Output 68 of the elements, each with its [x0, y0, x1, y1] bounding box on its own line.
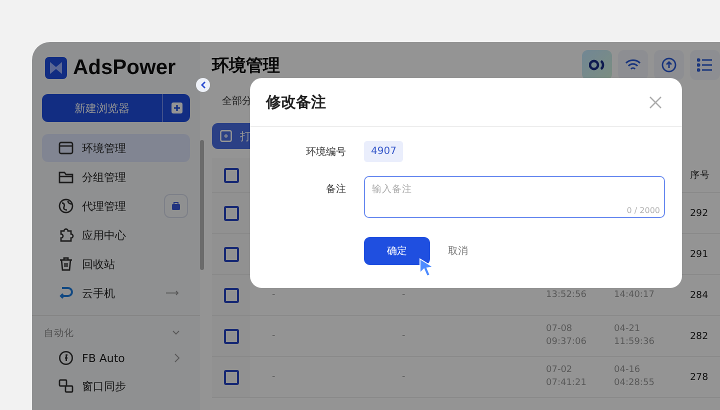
- logo-text: AdsPower: [73, 56, 176, 80]
- puzzle-icon: [58, 227, 74, 243]
- sidebar-item[interactable]: 应用中心: [42, 221, 190, 249]
- table-cell: 291: [690, 248, 708, 260]
- sidebar-item[interactable]: 回收站: [42, 250, 190, 278]
- table-cell: 07-08 09:37:06: [546, 324, 586, 347]
- checkbox[interactable]: [224, 168, 238, 182]
- globe-icon: [58, 198, 74, 214]
- table-cell: 282: [690, 330, 708, 342]
- chevron-down-icon: [172, 330, 180, 336]
- sidebar-item[interactable]: 云手机: [42, 279, 190, 307]
- dialog-title: 修改备注: [266, 92, 326, 112]
- checkbox[interactable]: [224, 288, 238, 302]
- wifi-icon[interactable]: [618, 50, 648, 80]
- checkbox[interactable]: [224, 206, 238, 220]
- table-cell: 04-21 11:59:36: [614, 324, 654, 347]
- column-header: 序号: [690, 170, 710, 180]
- close-icon[interactable]: [649, 96, 662, 108]
- page-title: 环境管理: [212, 54, 280, 76]
- character-counter: 0 / 2000: [626, 206, 660, 215]
- cancel-button[interactable]: 取消: [448, 244, 468, 258]
- arrow-icon: [166, 290, 180, 296]
- scrollbar[interactable]: [200, 140, 204, 270]
- chevron-right-icon: [174, 353, 180, 363]
- plus-icon: [220, 130, 232, 142]
- table-cell: 292: [690, 208, 708, 218]
- add-button[interactable]: [162, 94, 190, 122]
- list-icon[interactable]: [690, 50, 720, 80]
- table-cell: 14:40:17: [614, 290, 654, 300]
- trash-icon: [58, 256, 74, 272]
- table-cell: 04-16 04:28:55: [614, 365, 654, 388]
- note-input[interactable]: 输入备注: [365, 177, 664, 201]
- plus-icon: [170, 102, 182, 114]
- cursor-icon: [419, 258, 435, 278]
- table-cell: -: [272, 290, 276, 300]
- id-badge: 4907: [364, 141, 404, 162]
- bag-icon[interactable]: [164, 194, 188, 218]
- checkbox[interactable]: [224, 328, 238, 344]
- table-cell: 284: [690, 290, 708, 300]
- chevron-left-icon: [200, 81, 206, 89]
- checkbox[interactable]: [224, 370, 238, 384]
- collapse-button[interactable]: [196, 78, 210, 92]
- cycle-icon: [58, 350, 74, 366]
- sidebar-item[interactable]: 分组管理: [42, 163, 190, 191]
- windows-icon: [58, 378, 74, 394]
- sidebar-item[interactable]: FB Auto: [42, 344, 190, 372]
- sidebar-item[interactable]: 环境管理: [42, 134, 190, 162]
- table-cell: 13:52:56: [546, 290, 586, 300]
- sidebar-item[interactable]: 窗口同步: [42, 372, 190, 400]
- upload-icon[interactable]: [654, 50, 684, 80]
- sidebar-item[interactable]: 代理管理: [42, 192, 190, 220]
- table-cell: -: [402, 372, 406, 382]
- table-cell: 07-02 07:41:21: [546, 365, 586, 388]
- checkbox[interactable]: [224, 246, 238, 262]
- field-label: 环境编号: [305, 146, 346, 158]
- table-cell: -: [272, 372, 276, 382]
- table-cell: -: [272, 330, 276, 340]
- table-cell: -: [402, 330, 406, 340]
- refresh-icon: [58, 285, 74, 301]
- table-cell: -: [402, 290, 406, 300]
- folder-icon: [58, 169, 74, 185]
- new-browser-button[interactable]: 新建浏览器: [42, 94, 162, 122]
- logo-icon: [45, 57, 67, 79]
- field-label: 备注: [325, 182, 346, 196]
- confirm-button[interactable]: 确定: [364, 237, 430, 265]
- logo-icon[interactable]: [582, 50, 612, 80]
- window-icon: [58, 140, 74, 156]
- table-cell: 278: [690, 372, 708, 382]
